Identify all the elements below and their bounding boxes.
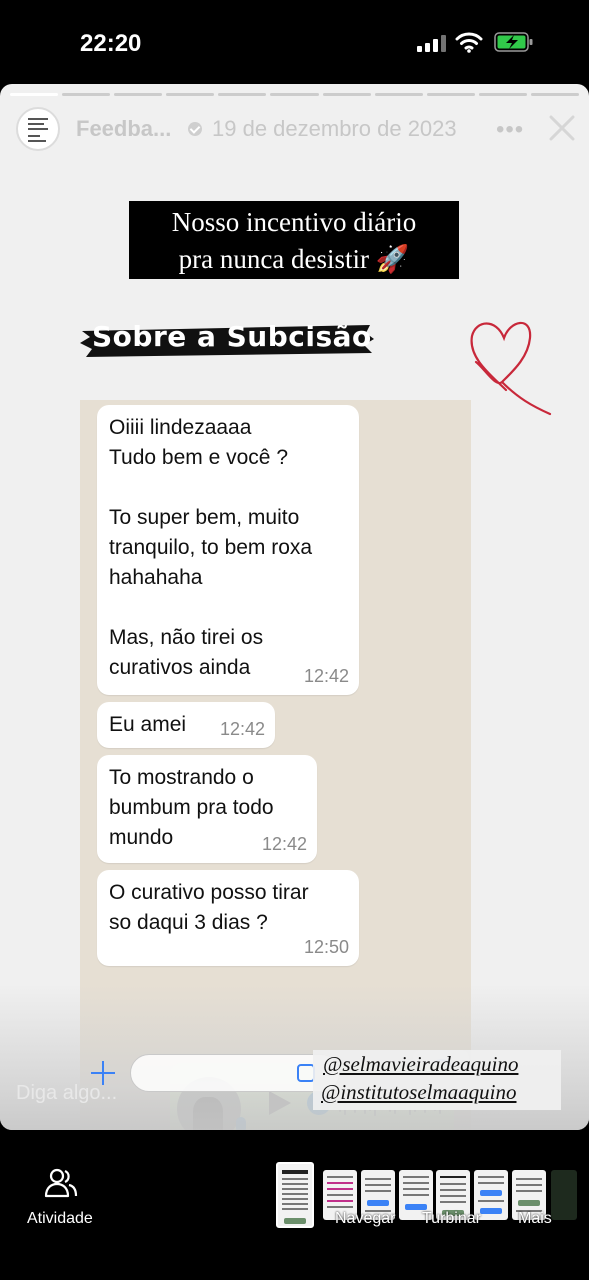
banner-line-2: pra nunca desistir 🚀 <box>178 244 410 274</box>
mention-tag[interactable]: @institutoselmaaquino <box>313 1078 561 1106</box>
chat-bubble-time: 12:50 <box>303 937 349 957</box>
status-bar: 22:20 <box>0 0 589 84</box>
author-name[interactable]: Feedba... <box>76 116 171 142</box>
chat-bubble: Oiiii lindezaaaa Tudo bem e você ? To su… <box>97 405 359 695</box>
reply-input[interactable]: Diga algo... <box>16 1082 117 1105</box>
cellular-signal-icon <box>417 34 446 52</box>
story-thumbnail[interactable] <box>551 1170 577 1220</box>
status-time: 22:20 <box>80 30 142 57</box>
chat-bubble-text: Oiiii lindezaaaa Tudo bem e você ? To su… <box>109 416 313 679</box>
story-progress-bar <box>10 93 580 96</box>
chat-bubble-text: O curativo posso tirar so daqui 3 dias ? <box>109 881 309 934</box>
battery-charging-icon <box>494 32 533 52</box>
boost-label[interactable]: Turbinar <box>422 1210 481 1228</box>
chat-bubble: Eu amei 12:42 <box>97 702 275 748</box>
activity-label[interactable]: Atividade <box>27 1210 93 1228</box>
more-horizontal-icon[interactable]: ••• <box>496 116 524 144</box>
close-icon[interactable] <box>548 114 576 142</box>
story-date: 19 de dezembro de 2023 <box>212 116 457 141</box>
navigate-label[interactable]: Navegar <box>335 1210 395 1228</box>
story-viewer[interactable]: Feedba... 19 de dezembro de 2023 ••• Nos… <box>0 84 589 1130</box>
story-thumbnail[interactable] <box>276 1162 314 1228</box>
author-avatar[interactable] <box>16 107 60 151</box>
chat-bubble: O curativo posso tirar so daqui 3 dias ?… <box>97 870 359 966</box>
banner-line-1: Nosso incentivo diário <box>171 207 417 237</box>
heart-doodle-icon <box>470 321 552 416</box>
chat-bubble: To mostrando o bumbum pra todo mundo 12:… <box>97 755 317 863</box>
mention-tag[interactable]: @selmavieiradeaquino <box>313 1050 561 1078</box>
bottom-action-bar: Atividade Navegar Turbinar Mais <box>0 1130 589 1280</box>
verified-badge-icon <box>188 122 202 136</box>
chat-bubble-time: 12:42 <box>219 719 265 739</box>
more-label[interactable]: Mais <box>518 1210 552 1228</box>
chat-bubble-time: 12:42 <box>303 666 349 686</box>
chat-bubble-time: 12:42 <box>261 834 307 854</box>
section-subtitle: Sobre a Subcisão <box>92 320 372 353</box>
mention-stickers[interactable]: @selmavieiradeaquino @institutoselmaaqui… <box>313 1050 561 1110</box>
wifi-icon <box>455 32 483 53</box>
activity-people-icon[interactable] <box>44 1166 78 1200</box>
motivation-banner: Nosso incentivo diário pra nunca desisti… <box>129 201 459 279</box>
